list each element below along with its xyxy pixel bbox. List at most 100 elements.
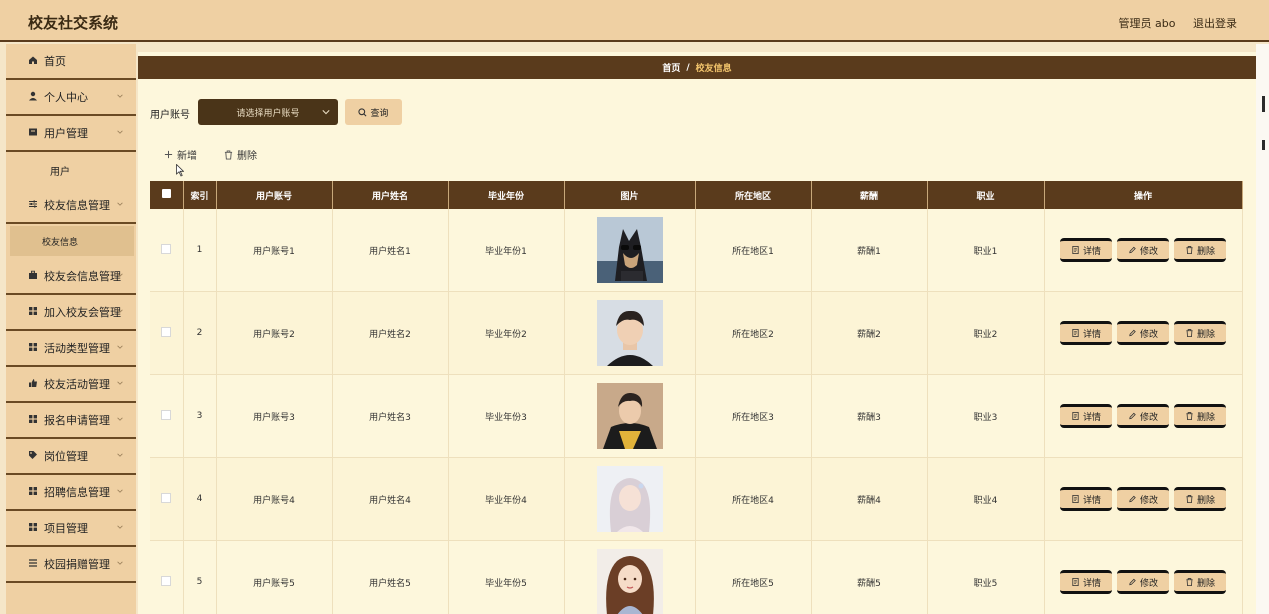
table-row[interactable]: 4 用户账号4 用户姓名4 毕业年份4 所在地区4 薪酬4 职业4 详情 修改 删除 bbox=[150, 457, 1243, 541]
breadcrumb-current: 校友信息 bbox=[695, 64, 732, 74]
sidebar-item-4[interactable]: 校友信息管理 bbox=[6, 188, 136, 224]
alumni-table: 索引 用户账号 用户姓名 毕业年份 图片 所在地区 薪酬 职业 操作 1 用户账号1 用户姓名1 毕业… bbox=[150, 181, 1243, 614]
cell-actions: 详情 修改 删除 bbox=[1044, 209, 1243, 292]
cell-index: 2 bbox=[183, 291, 217, 375]
bulk-delete-button[interactable]: 删除 bbox=[224, 147, 257, 162]
column-header: 用户账号 bbox=[216, 181, 333, 209]
top-right: 管理员 abo 退出登录 bbox=[1105, 15, 1237, 31]
edit-button[interactable]: 修改 bbox=[1117, 404, 1169, 428]
row-select-cell[interactable] bbox=[150, 291, 184, 375]
scrollbar-thumb[interactable] bbox=[1262, 96, 1265, 112]
delete-button-label: 删除 bbox=[1196, 329, 1215, 340]
sliders-icon bbox=[29, 200, 37, 208]
edit-button-label: 修改 bbox=[1139, 329, 1158, 340]
sidebar-subitem-3[interactable]: 用户 bbox=[6, 152, 136, 188]
app-title: 校友社交系统 bbox=[28, 14, 119, 32]
logout-link[interactable]: 退出登录 bbox=[1193, 17, 1237, 30]
sidebar-item-8[interactable]: 活动类型管理 bbox=[6, 331, 136, 367]
detail-button[interactable]: 详情 bbox=[1060, 487, 1112, 511]
detail-button[interactable]: 详情 bbox=[1060, 404, 1112, 428]
sidebar-item-label: 岗位管理 bbox=[44, 450, 88, 463]
grid-icon bbox=[29, 487, 37, 495]
row-actions: 详情 修改 删除 bbox=[1045, 238, 1242, 262]
add-button[interactable]: 新增 bbox=[164, 147, 197, 162]
row-checkbox[interactable] bbox=[161, 575, 172, 586]
sidebar-item-0[interactable]: 首页 bbox=[6, 44, 136, 80]
chevron-down-icon bbox=[117, 130, 123, 134]
breadcrumb: 首页 / 校友信息 bbox=[138, 56, 1256, 79]
edit-button-label: 修改 bbox=[1139, 495, 1158, 506]
delete-button[interactable]: 删除 bbox=[1174, 238, 1226, 262]
delete-button[interactable]: 删除 bbox=[1174, 570, 1226, 594]
trash-icon bbox=[1186, 578, 1193, 587]
row-checkbox[interactable] bbox=[161, 243, 172, 254]
cell-salary: 薪酬3 bbox=[811, 374, 928, 458]
sidebar-subitem-5[interactable]: 校友信息 bbox=[10, 226, 134, 256]
trash-icon bbox=[1186, 412, 1193, 421]
pencil-icon bbox=[1129, 412, 1136, 420]
row-select-cell[interactable] bbox=[150, 374, 184, 458]
chevron-down-icon bbox=[117, 453, 123, 457]
row-select-cell[interactable] bbox=[150, 540, 184, 614]
sidebar-item-6[interactable]: 校友会信息管理 bbox=[6, 259, 136, 295]
table-row[interactable]: 5 用户账号5 用户姓名5 毕业年份5 所在地区5 薪酬5 职业5 详情 修改 删除 bbox=[150, 540, 1243, 614]
sidebar-item-13[interactable]: 项目管理 bbox=[6, 511, 136, 547]
cell-year: 毕业年份5 bbox=[448, 540, 565, 614]
cell-actions: 详情 修改 删除 bbox=[1044, 540, 1243, 614]
select-all-checkbox[interactable] bbox=[161, 189, 171, 198]
delete-button[interactable]: 删除 bbox=[1174, 487, 1226, 511]
cell-name: 用户姓名4 bbox=[332, 457, 449, 541]
row-select-cell[interactable] bbox=[150, 209, 184, 292]
table-row[interactable]: 1 用户账号1 用户姓名1 毕业年份1 所在地区1 薪酬1 职业1 详情 修改 删除 bbox=[150, 209, 1243, 292]
row-checkbox[interactable] bbox=[161, 409, 172, 420]
sidebar-item-12[interactable]: 招聘信息管理 bbox=[6, 475, 136, 511]
sidebar-subitem-label: 用户 bbox=[50, 166, 70, 178]
sidebar-item-label: 个人中心 bbox=[44, 91, 88, 104]
delete-button[interactable]: 删除 bbox=[1174, 404, 1226, 428]
sidebar-item-1[interactable]: 个人中心 bbox=[6, 80, 136, 116]
table-row[interactable]: 3 用户账号3 用户姓名3 毕业年份3 所在地区3 薪酬3 职业3 详情 修改 删除 bbox=[150, 374, 1243, 458]
sidebar-item-10[interactable]: 报名申请管理 bbox=[6, 403, 136, 439]
cell-account: 用户账号3 bbox=[216, 374, 333, 458]
chevron-down-icon bbox=[117, 273, 123, 277]
row-select-cell[interactable] bbox=[150, 457, 184, 541]
row-checkbox[interactable] bbox=[161, 326, 172, 337]
table-row[interactable]: 2 用户账号2 用户姓名2 毕业年份2 所在地区2 薪酬2 职业2 详情 修改 删除 bbox=[150, 291, 1243, 375]
detail-button[interactable]: 详情 bbox=[1060, 570, 1112, 594]
sidebar-item-14[interactable]: 校园捐赠管理 bbox=[6, 547, 136, 583]
row-checkbox[interactable] bbox=[161, 492, 172, 503]
tag-icon bbox=[29, 451, 37, 459]
cell-photo bbox=[564, 291, 696, 375]
column-header: 职业 bbox=[927, 181, 1045, 209]
alumni-photo bbox=[596, 549, 663, 614]
cell-name: 用户姓名1 bbox=[332, 209, 449, 292]
edit-button[interactable]: 修改 bbox=[1117, 238, 1169, 262]
delete-button-label: 删除 bbox=[1196, 495, 1215, 506]
sidebar-item-9[interactable]: 校友活动管理 bbox=[6, 367, 136, 403]
query-button-label: 查询 bbox=[370, 108, 389, 119]
search-label: 用户账号 bbox=[150, 110, 190, 121]
select-all-header[interactable] bbox=[150, 181, 184, 209]
cell-job: 职业1 bbox=[927, 209, 1045, 292]
edit-button[interactable]: 修改 bbox=[1117, 321, 1169, 345]
edit-button[interactable]: 修改 bbox=[1117, 570, 1169, 594]
delete-button-label: 删除 bbox=[1196, 578, 1215, 589]
sidebar-item-7[interactable]: 加入校友会管理 bbox=[6, 295, 136, 331]
sidebar-item-11[interactable]: 岗位管理 bbox=[6, 439, 136, 475]
detail-button[interactable]: 详情 bbox=[1060, 321, 1112, 345]
breadcrumb-home[interactable]: 首页 bbox=[662, 61, 680, 74]
detail-button-label: 详情 bbox=[1082, 246, 1101, 257]
edit-button[interactable]: 修改 bbox=[1117, 487, 1169, 511]
column-header: 索引 bbox=[183, 181, 217, 209]
sidebar-item-2[interactable]: 用户管理 bbox=[6, 116, 136, 152]
account-select[interactable]: 请选择用户账号 bbox=[198, 99, 338, 125]
detail-button[interactable]: 详情 bbox=[1060, 238, 1112, 262]
chevron-down-icon bbox=[117, 345, 123, 349]
query-button[interactable]: 查询 bbox=[345, 99, 402, 125]
grid-icon bbox=[29, 523, 37, 531]
mouse-cursor-icon bbox=[176, 164, 184, 177]
delete-button[interactable]: 删除 bbox=[1174, 321, 1226, 345]
trash-icon bbox=[1186, 329, 1193, 338]
sidebar-item-label: 活动类型管理 bbox=[44, 342, 110, 355]
add-button-label: 新增 bbox=[177, 151, 197, 162]
